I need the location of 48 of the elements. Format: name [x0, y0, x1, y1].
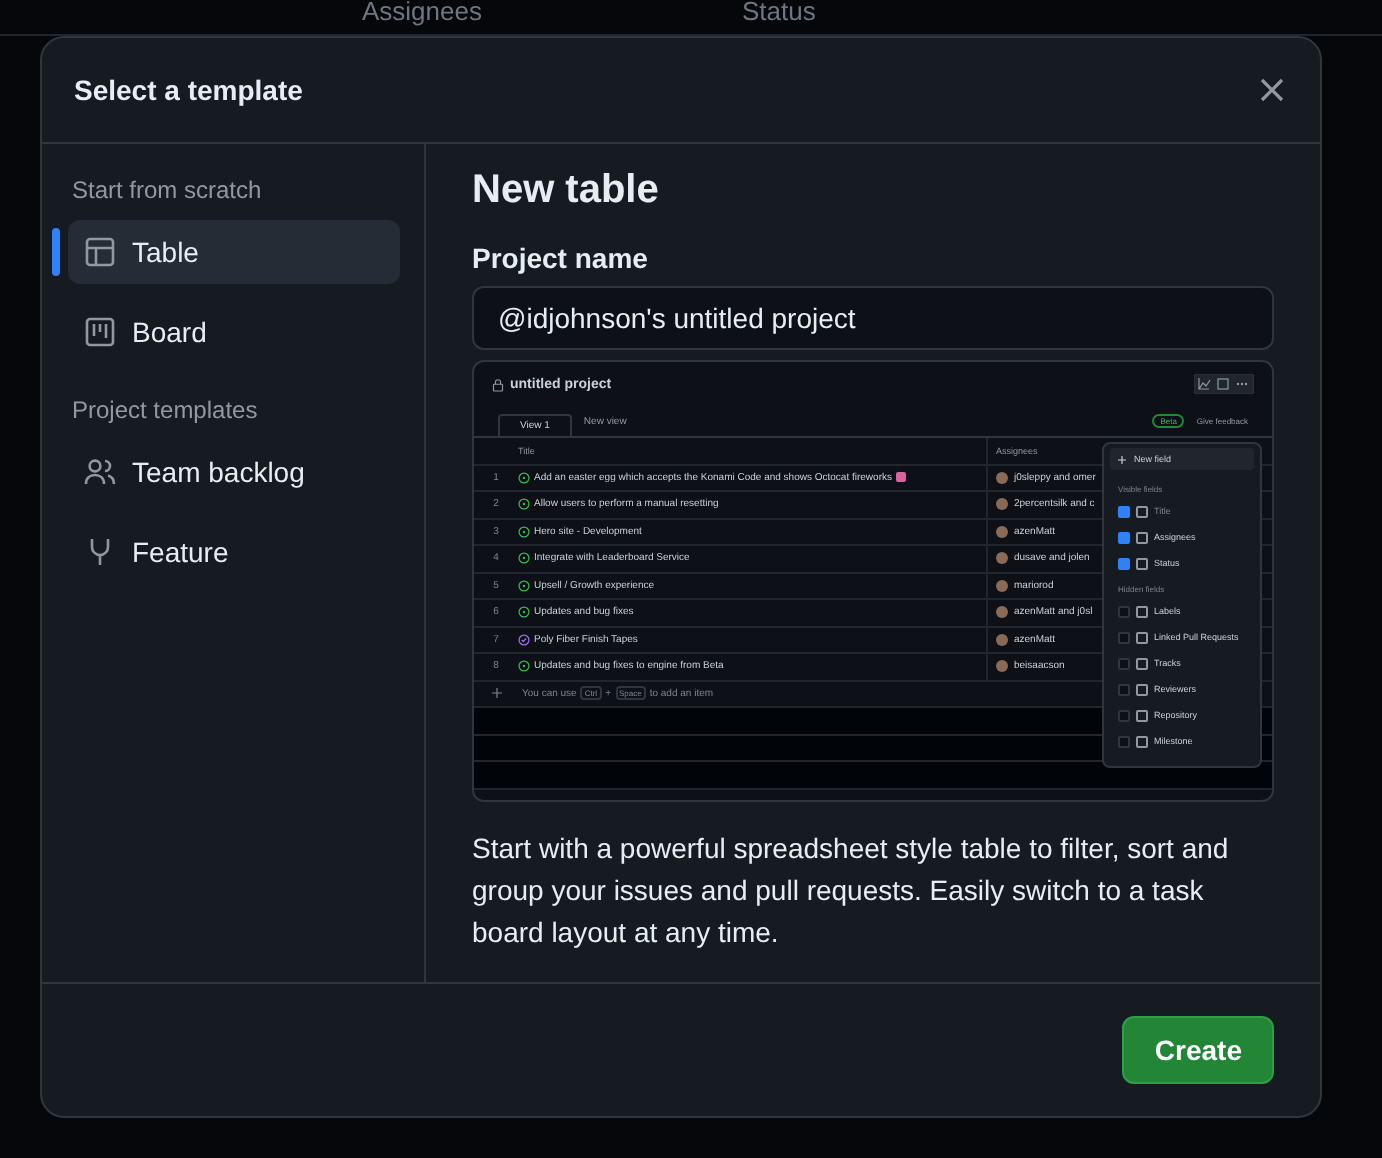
avatar: [996, 606, 1008, 619]
field-icon: [1136, 709, 1148, 721]
template-description: Start with a powerful spreadsheet style table to filter, sort and group your issues and pull requests. Easily switch to a task board layout at any time.: [472, 830, 1231, 952]
template-heading: New table: [472, 168, 661, 214]
section-heading: Project templates: [70, 396, 260, 424]
people-icon: [84, 456, 116, 488]
plus-icon: [1118, 455, 1126, 463]
plus-icon: [491, 688, 501, 699]
avatar: [996, 498, 1008, 511]
close-icon[interactable]: [1256, 74, 1288, 106]
field-icon: [1136, 531, 1148, 543]
avatar: [996, 552, 1008, 565]
toolbar-icons: [1194, 374, 1254, 394]
field-icon: [1136, 735, 1148, 747]
avatar: [996, 579, 1008, 592]
checkbox[interactable]: [1118, 657, 1130, 669]
checkbox[interactable]: [1118, 683, 1130, 695]
template-item[interactable]: Table: [68, 220, 400, 284]
field-icon: [1136, 683, 1148, 695]
dialog-title: Select a template: [74, 74, 303, 106]
lock-icon: [492, 377, 504, 391]
create-button[interactable]: Create: [1122, 1016, 1274, 1084]
avatar: [996, 525, 1008, 538]
checkbox[interactable]: [1118, 557, 1130, 569]
column-header: Status: [741, 0, 816, 30]
checkbox[interactable]: [1118, 735, 1130, 747]
checkbox[interactable]: [1118, 531, 1130, 543]
template-item[interactable]: Team backlog: [68, 440, 400, 504]
avatar: [996, 633, 1008, 646]
selection-indicator: [52, 228, 60, 276]
field-icon: [1136, 657, 1148, 669]
field-icon: [1136, 557, 1148, 569]
template-item[interactable]: Board: [68, 300, 400, 364]
section-heading: Start from scratch: [70, 176, 264, 204]
project-name-field[interactable]: @idjohnson's untitled project: [472, 286, 1274, 350]
checkbox[interactable]: [1118, 709, 1130, 721]
template-item[interactable]: Feature: [68, 520, 400, 584]
table-icon: [84, 236, 116, 268]
column-header: Assignees: [362, 0, 482, 30]
avatar: [996, 471, 1008, 484]
checkbox[interactable]: [1118, 605, 1130, 617]
checkbox[interactable]: [1118, 631, 1130, 643]
avatar: [996, 660, 1008, 673]
board-icon: [84, 316, 116, 348]
field-icon: [1136, 505, 1148, 517]
field-icon: [1136, 605, 1148, 617]
field-label: Project name: [472, 242, 650, 274]
field-icon: [1136, 631, 1148, 643]
